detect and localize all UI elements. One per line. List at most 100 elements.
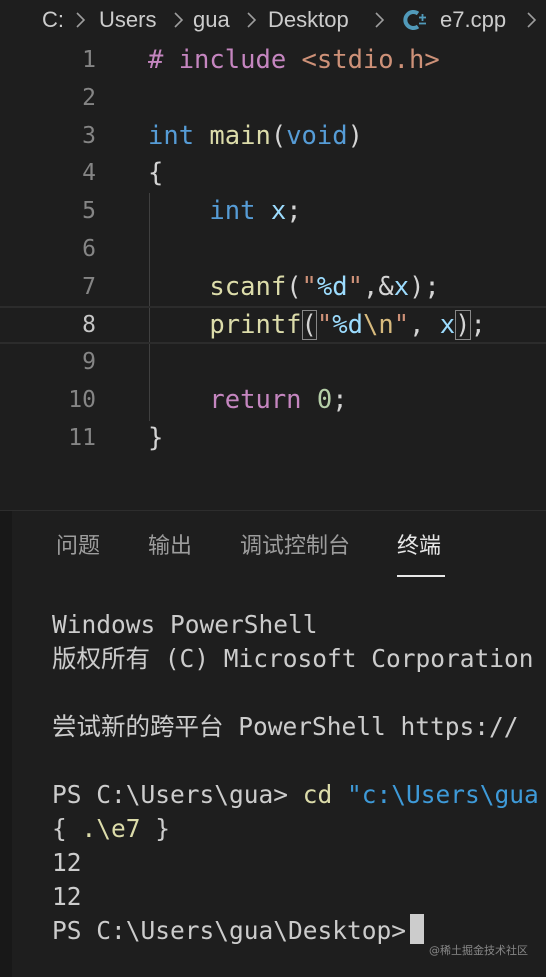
code-token: ) (455, 309, 471, 340)
code-line[interactable]: 1 # include <stdio.h> (0, 41, 546, 79)
chevron-right-icon (173, 11, 184, 29)
chevron-right-icon (526, 11, 537, 29)
code-token: %d (332, 309, 363, 340)
code-line[interactable]: 2 (0, 79, 546, 117)
terminal-text: PS C:\Users\gua> (52, 780, 303, 809)
code-editor[interactable]: 1 # include <stdio.h> 2 3 int main(void) 4{5 … (0, 40, 546, 510)
chevron-right-icon (246, 11, 257, 29)
cpp-file-icon (402, 7, 428, 33)
code-token: return (209, 385, 302, 416)
code-token: " (393, 309, 410, 340)
terminal-text: cd (302, 780, 333, 809)
code-token: } (148, 423, 164, 453)
code-token: ,& (362, 271, 394, 302)
code-text: return 0; (148, 381, 348, 419)
code-line[interactable]: 4{ (0, 154, 546, 192)
line-number: 7 (82, 273, 96, 300)
code-token: printf (209, 309, 302, 340)
panel-edge (0, 511, 12, 977)
terminal-line: Windows PowerShell (52, 608, 318, 642)
code-token: main (209, 120, 271, 151)
code-token: " (316, 309, 333, 340)
code-token: " (301, 271, 317, 302)
code-token: %d (316, 271, 348, 302)
active-tab-indicator (397, 575, 445, 577)
code-token: { (148, 158, 164, 189)
code-token: ); (409, 271, 440, 302)
code-text: # include <stdio.h> (148, 41, 440, 79)
terminal-text: "c:\Users\gua (347, 780, 539, 809)
code-token: ; (286, 196, 302, 227)
terminal-cursor (410, 914, 425, 944)
code-line[interactable]: 11} (0, 419, 546, 457)
code-token: " (347, 271, 363, 302)
code-line[interactable]: 8 printf("%d\n", x); (0, 306, 546, 344)
terminal-text: } (140, 814, 171, 843)
line-number: 5 (82, 198, 96, 225)
terminal-line: 尝试新的跨平台 PowerShell https:// (52, 710, 519, 744)
code-token: void (286, 120, 348, 151)
line-number: 4 (82, 160, 96, 187)
watermark: @稀土掘金技术社区 (429, 944, 528, 957)
code-text: printf("%d\n", x); (148, 306, 486, 344)
line-number: 6 (82, 236, 96, 262)
breadcrumb-item-gua[interactable]: gua (193, 6, 230, 34)
terminal-line: PS C:\Users\gua> cd "c:\Users\gua (52, 778, 539, 812)
breadcrumb-item-users[interactable]: Users (99, 6, 156, 34)
bottom-panel: 问题 输出 调试控制台 终端 Windows PowerShell 版权所有 (C… (0, 510, 546, 977)
terminal-line: 版权所有 (C) Microsoft Corporation (52, 642, 534, 676)
code-token: ( (301, 309, 317, 340)
code-token: 0 (316, 385, 333, 416)
breadcrumb-item-file[interactable]: e7.cpp (440, 6, 506, 34)
code-token: ; (332, 385, 348, 416)
terminal-text: Windows PowerShell (52, 610, 318, 639)
breadcrumb-item-desktop[interactable]: Desktop (268, 6, 349, 34)
terminal-text: { (52, 814, 82, 843)
code-token: x (439, 309, 456, 340)
code-token: <stdio.h> (301, 45, 440, 75)
code-line[interactable]: 10 return 0; (0, 381, 546, 419)
code-text: scanf("%d",&x); (148, 268, 440, 306)
terminal-text: .\e7 (81, 814, 141, 843)
breadcrumb: C: Users gua Desktop e7.cpp (0, 0, 546, 40)
line-number: 10 (68, 387, 96, 414)
tab-problems[interactable]: 问题 (56, 531, 100, 561)
code-token: x (393, 271, 410, 302)
line-number: 2 (82, 84, 96, 111)
code-token: ( (286, 271, 302, 302)
code-text: int x; (148, 192, 302, 230)
line-number: 1 (82, 47, 96, 73)
code-text: { (148, 154, 163, 192)
code-line[interactable]: 6 (0, 230, 546, 268)
breadcrumb-item-drive[interactable]: C: (42, 6, 64, 34)
terminal-line: 12 (52, 846, 82, 880)
code-token: \n (362, 309, 394, 340)
tab-output[interactable]: 输出 (148, 531, 192, 561)
code-token: scanf (209, 271, 287, 302)
code-token: ( (270, 120, 287, 151)
terminal-text: 版权所有 (C) Microsoft Corporation (52, 644, 534, 673)
code-text: int main(void) (148, 117, 363, 155)
code-line[interactable]: 5 int x; (0, 192, 546, 230)
code-line[interactable]: 9 (0, 343, 546, 381)
tab-debug-console[interactable]: 调试控制台 (240, 531, 350, 561)
code-token: int (209, 196, 256, 227)
terminal-text: 12 (52, 882, 82, 911)
code-text: } (148, 419, 163, 457)
terminal-line: 12 (52, 880, 82, 914)
tab-terminal[interactable]: 终端 (397, 531, 441, 561)
line-number: 9 (82, 349, 96, 376)
code-token: , (409, 309, 440, 340)
code-token: ; (470, 309, 486, 340)
code-token: ) (347, 120, 363, 151)
terminal-text: PS C:\Users\gua\Desktop> (52, 916, 407, 945)
code-line[interactable]: 3 int main(void) (0, 117, 546, 155)
line-number: 11 (68, 425, 96, 451)
chevron-right-icon (75, 11, 86, 29)
line-number: 8 (82, 311, 96, 338)
code-line[interactable]: 7 scanf("%d",&x); (0, 268, 546, 306)
